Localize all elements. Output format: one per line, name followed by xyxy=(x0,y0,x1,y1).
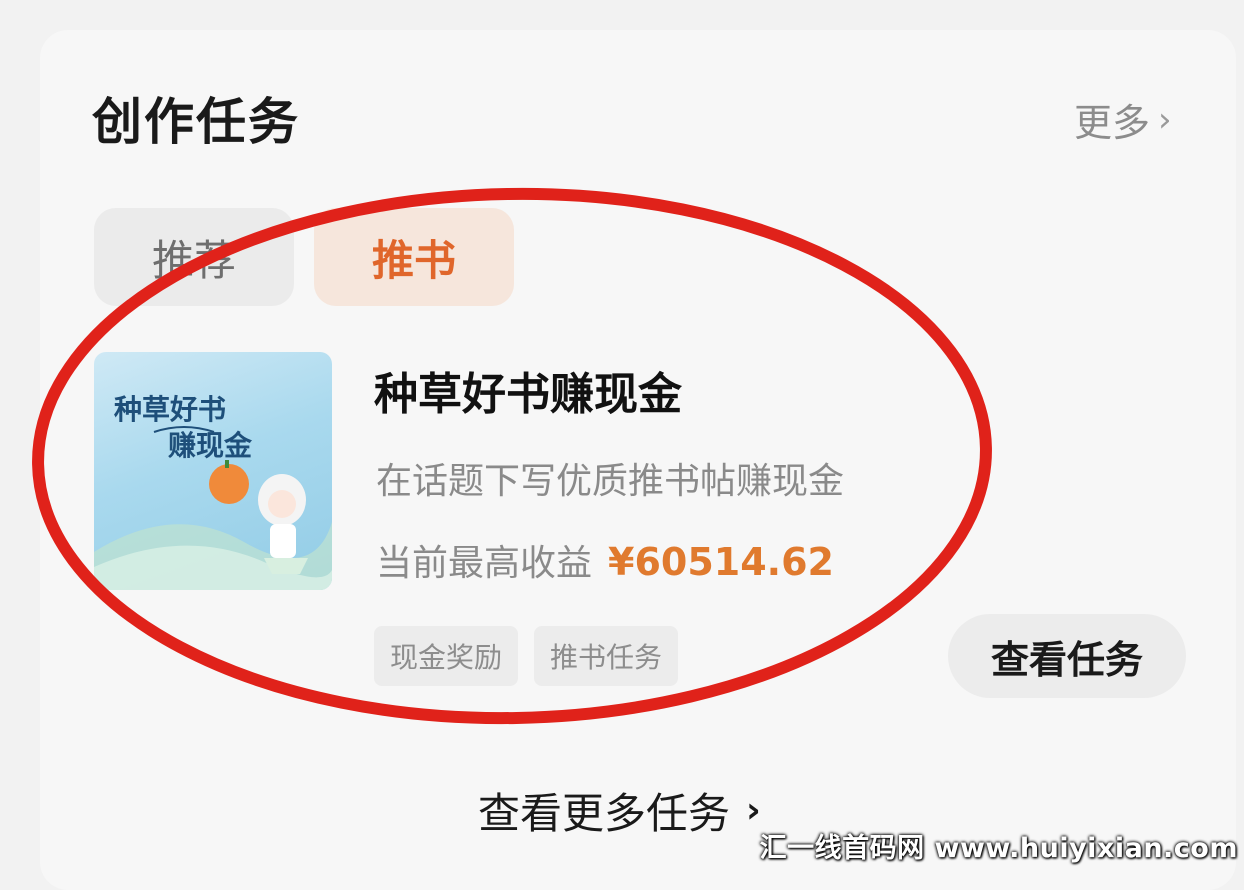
view-task-label: 查看任务 xyxy=(990,637,1143,682)
view-more-label: 查看更多任务 xyxy=(478,789,731,838)
tag-cash-reward: 现金奖励 xyxy=(374,626,519,686)
thumbnail-text-line2: 赚现金 xyxy=(168,429,253,462)
task-description: 在话题下写优质推书帖赚现金 xyxy=(376,461,845,502)
tag-cash-reward-label: 现金奖励 xyxy=(390,641,503,674)
earnings-label: 当前最高收益 xyxy=(376,543,593,584)
more-label: 更多 xyxy=(1074,101,1151,145)
task-earnings: 当前最高收益 ¥60514.62 xyxy=(376,534,834,586)
tag-book-task-label: 推书任务 xyxy=(550,641,663,674)
view-more-tasks-link[interactable]: 查看更多任务 › xyxy=(478,780,761,841)
tab-book-recommend-label: 推书 xyxy=(371,235,456,285)
more-link[interactable]: 更多 › xyxy=(1074,92,1172,147)
view-task-button[interactable]: 查看任务 xyxy=(948,614,1186,698)
tab-book-recommend[interactable]: 推书 xyxy=(314,208,514,306)
tab-recommend[interactable]: 推荐 xyxy=(94,208,294,306)
task-thumbnail[interactable]: 种草好书 赚现金 xyxy=(94,352,332,590)
chevron-right-icon: › xyxy=(746,790,761,831)
task-title[interactable]: 种草好书赚现金 xyxy=(374,358,682,422)
earnings-amount: ¥60514.62 xyxy=(608,540,834,584)
tag-book-task: 推书任务 xyxy=(534,626,679,686)
watermark: 汇一线首码网 www.huiyixian.com xyxy=(759,833,1238,864)
chevron-right-icon: › xyxy=(1158,99,1172,140)
tab-recommend-label: 推荐 xyxy=(151,235,236,285)
section-title: 创作任务 xyxy=(92,93,300,151)
thumbnail-text-line1: 种草好书 xyxy=(114,393,227,426)
